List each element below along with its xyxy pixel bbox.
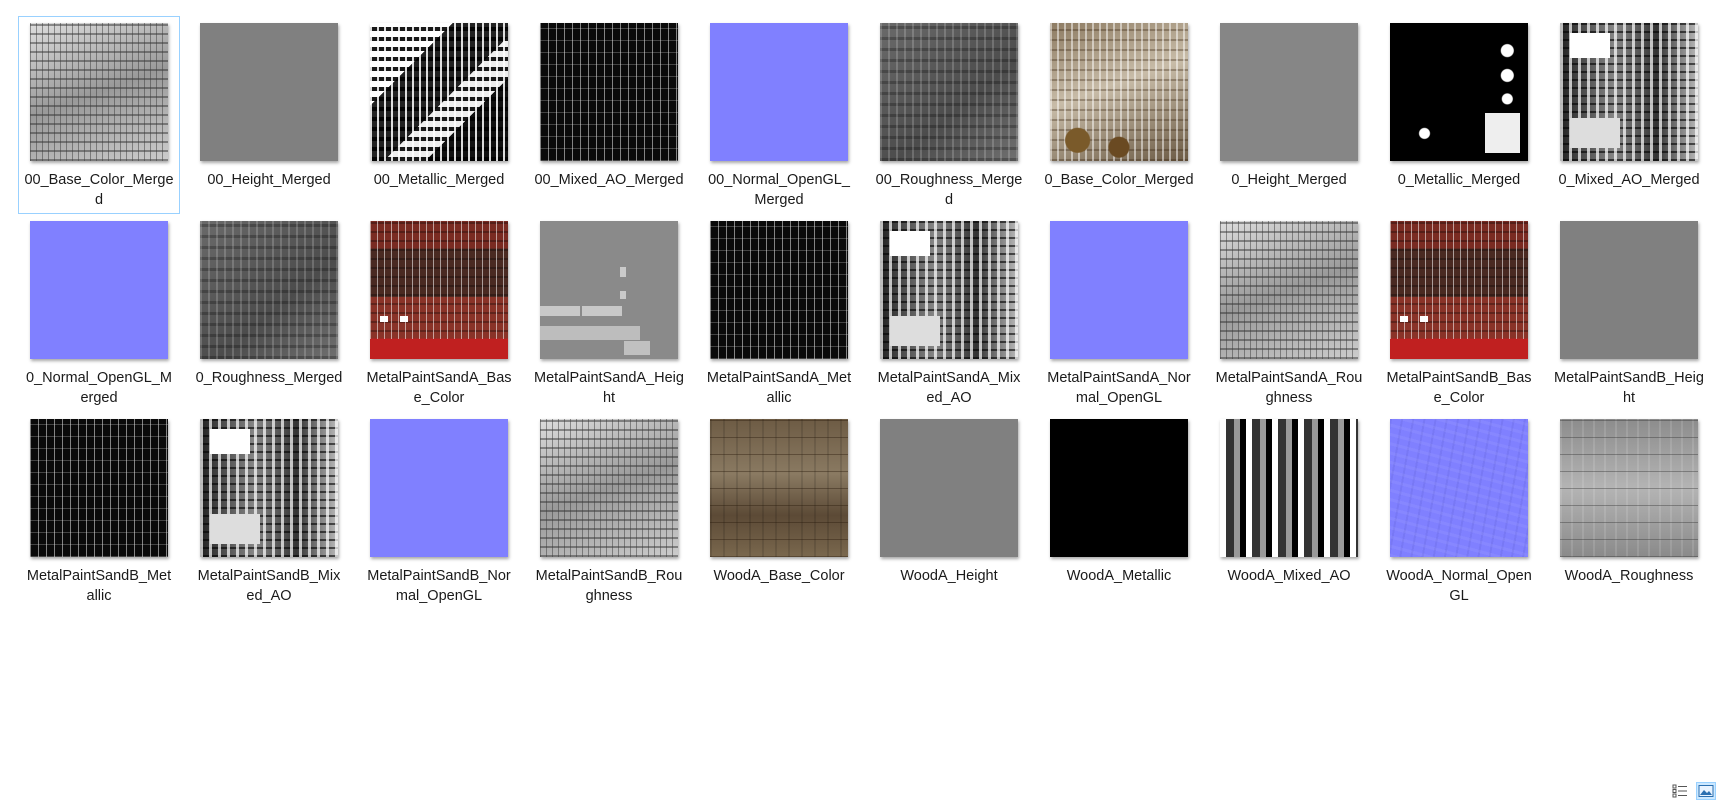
file-item[interactable]: 0_Base_Color_Merged	[1038, 16, 1200, 214]
file-item[interactable]: MetalPaintSandA_Mixed_AO	[868, 214, 1030, 412]
file-item[interactable]: 0_Normal_OpenGL_Merged	[18, 214, 180, 412]
file-item[interactable]: MetalPaintSandA_Normal_OpenGL	[1038, 214, 1200, 412]
file-item[interactable]: 0_Height_Merged	[1208, 16, 1370, 214]
file-thumbnail	[370, 23, 508, 161]
file-name: 0_Roughness_Merged	[195, 370, 343, 386]
file-name: MetalPaintSandB_Height	[1554, 370, 1704, 406]
file-thumbnail	[1220, 419, 1358, 557]
file-name: WoodA_Mixed_AO	[1227, 568, 1351, 584]
file-name: 00_Height_Merged	[207, 172, 331, 188]
file-name: 0_Normal_OpenGL_Merged	[26, 370, 172, 406]
file-name: 00_Normal_OpenGL_Merged	[708, 172, 850, 208]
file-name: MetalPaintSandB_Roughness	[535, 568, 683, 604]
file-item[interactable]: 00_Height_Merged	[188, 16, 350, 214]
file-name: WoodA_Normal_OpenGL	[1386, 568, 1532, 604]
file-name: MetalPaintSandB_Normal_OpenGL	[367, 568, 511, 604]
file-item[interactable]: 00_Base_Color_Merged	[18, 16, 180, 214]
file-thumbnail	[1560, 419, 1698, 557]
file-item[interactable]: WoodA_Roughness	[1548, 412, 1710, 610]
file-name: 00_Mixed_AO_Merged	[534, 172, 684, 188]
file-thumbnail	[880, 419, 1018, 557]
file-thumbnail	[30, 221, 168, 359]
file-thumbnail	[200, 221, 338, 359]
file-thumbnail	[540, 419, 678, 557]
file-name: 0_Mixed_AO_Merged	[1558, 172, 1700, 188]
file-name: WoodA_Height	[900, 568, 998, 584]
file-thumbnail	[30, 23, 168, 161]
file-thumbnail	[1220, 221, 1358, 359]
large-icons-view-button[interactable]	[1696, 782, 1716, 800]
file-item[interactable]: 00_Metallic_Merged	[358, 16, 520, 214]
file-item[interactable]: MetalPaintSandB_Base_Color	[1378, 214, 1540, 412]
file-name: MetalPaintSandA_Roughness	[1215, 370, 1363, 406]
large-icons-view-icon	[1698, 785, 1714, 797]
file-thumbnail	[1220, 23, 1358, 161]
file-thumbnail	[30, 419, 168, 557]
file-thumbnail	[880, 23, 1018, 161]
file-item[interactable]: 0_Metallic_Merged	[1378, 16, 1540, 214]
details-view-button[interactable]	[1670, 782, 1690, 800]
file-item[interactable]: WoodA_Mixed_AO	[1208, 412, 1370, 610]
file-name: MetalPaintSandA_Mixed_AO	[877, 370, 1021, 406]
details-view-icon	[1672, 784, 1687, 798]
file-item[interactable]: 00_Roughness_Merged	[868, 16, 1030, 214]
file-item[interactable]: MetalPaintSandB_Metallic	[18, 412, 180, 610]
file-name: 0_Metallic_Merged	[1397, 172, 1521, 188]
file-name: 00_Metallic_Merged	[373, 172, 505, 188]
file-item[interactable]: MetalPaintSandA_Height	[528, 214, 690, 412]
file-item[interactable]: MetalPaintSandB_Mixed_AO	[188, 412, 350, 610]
file-name: WoodA_Metallic	[1066, 568, 1172, 584]
file-item[interactable]: WoodA_Normal_OpenGL	[1378, 412, 1540, 610]
file-item[interactable]: WoodA_Metallic	[1038, 412, 1200, 610]
file-item[interactable]: MetalPaintSandA_Base_Color	[358, 214, 520, 412]
file-thumbnail	[1560, 23, 1698, 161]
file-name: 00_Base_Color_Merged	[24, 172, 174, 208]
file-item[interactable]: WoodA_Base_Color	[698, 412, 860, 610]
file-item[interactable]: MetalPaintSandA_Metallic	[698, 214, 860, 412]
file-item[interactable]: MetalPaintSandB_Roughness	[528, 412, 690, 610]
file-name: MetalPaintSandB_Mixed_AO	[197, 568, 341, 604]
file-thumbnail	[1390, 221, 1528, 359]
file-thumbnail	[370, 419, 508, 557]
file-name: 00_Roughness_Merged	[875, 172, 1023, 208]
file-grid: 00_Base_Color_Merged 00_Height_Merged 00_M…	[18, 16, 1718, 610]
file-name: 0_Base_Color_Merged	[1044, 172, 1194, 188]
file-item[interactable]: 0_Mixed_AO_Merged	[1548, 16, 1710, 214]
file-thumbnail	[1390, 23, 1528, 161]
file-thumbnail	[540, 221, 678, 359]
file-thumbnail	[710, 419, 848, 557]
file-item[interactable]: MetalPaintSandB_Height	[1548, 214, 1710, 412]
file-name: WoodA_Roughness	[1564, 568, 1694, 584]
view-switcher	[1670, 782, 1716, 800]
file-item[interactable]: MetalPaintSandA_Roughness	[1208, 214, 1370, 412]
file-thumbnail	[1050, 23, 1188, 161]
file-thumbnail	[1390, 419, 1528, 557]
file-thumbnail	[200, 23, 338, 161]
file-thumbnail	[200, 419, 338, 557]
file-name: MetalPaintSandA_Base_Color	[366, 370, 512, 406]
file-thumbnail	[710, 23, 848, 161]
file-thumbnail	[1050, 419, 1188, 557]
file-item[interactable]: MetalPaintSandB_Normal_OpenGL	[358, 412, 520, 610]
file-thumbnail	[1560, 221, 1698, 359]
file-thumbnail	[1050, 221, 1188, 359]
file-thumbnail	[370, 221, 508, 359]
file-item[interactable]: 0_Roughness_Merged	[188, 214, 350, 412]
file-item[interactable]: WoodA_Height	[868, 412, 1030, 610]
file-thumbnail	[540, 23, 678, 161]
file-thumbnail	[880, 221, 1018, 359]
file-name: MetalPaintSandB_Metallic	[26, 568, 172, 604]
file-name: MetalPaintSandA_Height	[534, 370, 684, 406]
file-name: 0_Height_Merged	[1231, 172, 1347, 188]
file-item[interactable]: 00_Normal_OpenGL_Merged	[698, 16, 860, 214]
file-thumbnail	[710, 221, 848, 359]
file-name: WoodA_Base_Color	[713, 568, 845, 584]
file-name: MetalPaintSandA_Normal_OpenGL	[1047, 370, 1191, 406]
file-name: MetalPaintSandB_Base_Color	[1386, 370, 1532, 406]
file-name: MetalPaintSandA_Metallic	[706, 370, 852, 406]
file-item[interactable]: 00_Mixed_AO_Merged	[528, 16, 690, 214]
